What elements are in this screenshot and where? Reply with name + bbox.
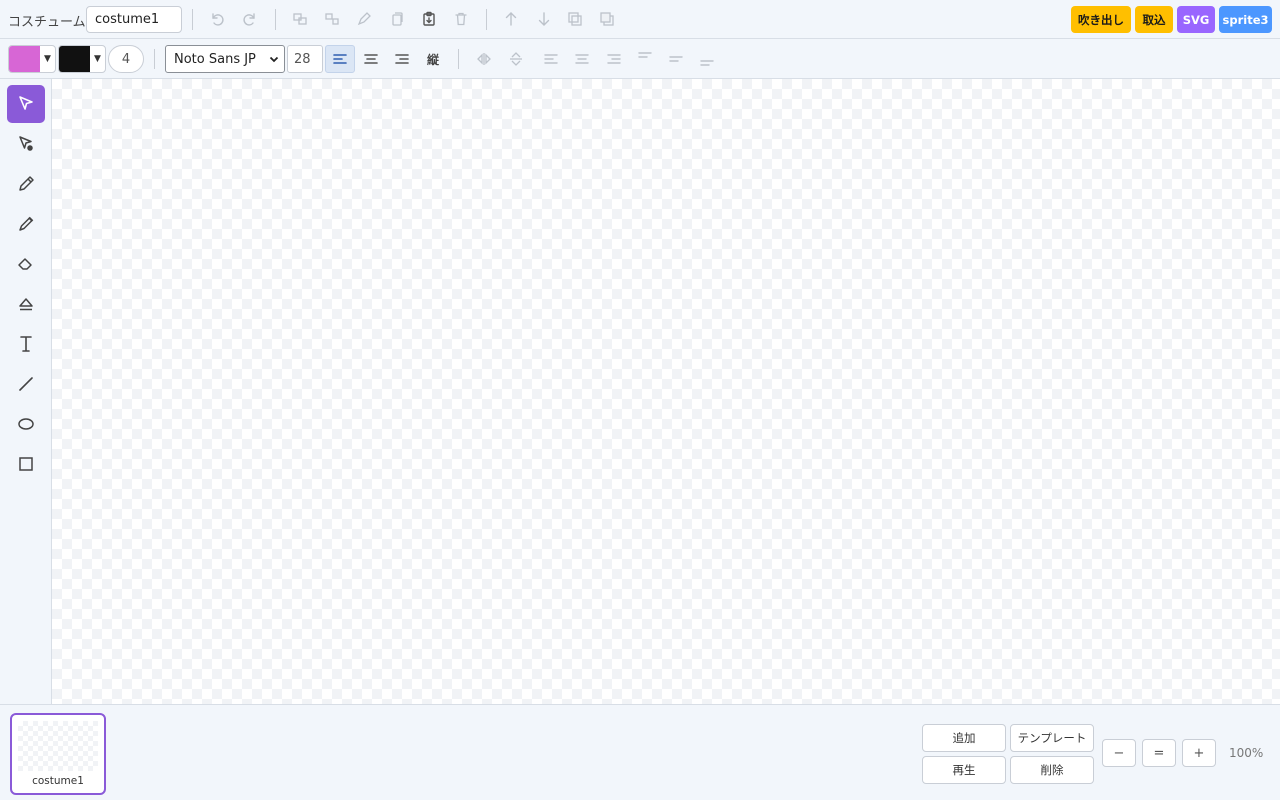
flip-vertical-button[interactable] — [501, 45, 531, 73]
brush-icon — [19, 216, 34, 231]
text-tool[interactable] — [7, 325, 45, 363]
zoom-reset-button[interactable]: = — [1142, 739, 1176, 767]
chevron-down-icon — [269, 46, 279, 72]
align-items-top-icon — [638, 52, 652, 58]
property-bar: ▼ ▼ 4 Noto Sans JP 縦 — [0, 39, 1280, 79]
brush-tool[interactable] — [7, 205, 45, 243]
redo-icon[interactable] — [239, 8, 261, 30]
caret-down-icon: ▼ — [94, 54, 101, 64]
send-to-back-icon[interactable] — [596, 8, 618, 30]
font-family-value: Noto Sans JP — [174, 51, 256, 67]
vertical-text-button[interactable]: 縦 — [418, 45, 448, 73]
zoom-out-button[interactable]: − — [1102, 739, 1136, 767]
flip-horizontal-button[interactable] — [469, 45, 499, 73]
group-icon[interactable] — [289, 8, 311, 30]
eraser-icon — [18, 258, 32, 270]
align-items-middle-button[interactable] — [661, 45, 691, 73]
text-align-right-button[interactable] — [387, 45, 417, 73]
align-items-center-button[interactable] — [567, 45, 597, 73]
pencil-tool[interactable] — [7, 165, 45, 203]
reshape-icon[interactable] — [353, 8, 375, 30]
fill-tool[interactable] — [7, 285, 45, 323]
pencil-icon — [19, 176, 34, 191]
play-button[interactable]: 再生 — [922, 756, 1006, 784]
add-costume-button[interactable]: 追加 — [922, 724, 1006, 752]
ellipse-tool[interactable] — [7, 405, 45, 443]
align-items-right-icon — [607, 54, 621, 64]
align-right-icon — [395, 54, 409, 64]
align-center-icon — [364, 54, 378, 64]
flip-horizontal-icon — [477, 53, 491, 65]
zoom-in-button[interactable]: + — [1182, 739, 1216, 767]
align-items-bottom-icon — [700, 60, 714, 66]
caret-down-icon: ▼ — [44, 54, 51, 64]
divider — [458, 49, 459, 69]
align-items-left-icon — [544, 54, 558, 64]
divider — [154, 49, 155, 69]
fill-color-swatch — [9, 46, 40, 72]
reshape-tool[interactable] — [7, 125, 45, 163]
speech-bubble-button[interactable]: 吹き出し — [1071, 6, 1131, 33]
select-tool[interactable] — [7, 85, 45, 123]
ungroup-icon[interactable] — [321, 8, 343, 30]
reshape-tool-icon — [19, 136, 33, 151]
divider — [486, 9, 487, 30]
tool-palette — [0, 79, 52, 704]
delete-costume-button[interactable]: 削除 — [1010, 756, 1094, 784]
divider — [192, 9, 193, 30]
stroke-color-swatch — [59, 46, 90, 72]
top-bar: コスチューム 吹き出し 取込 SVG sprite3 — [0, 0, 1280, 39]
fill-color-picker[interactable]: ▼ — [8, 45, 56, 73]
import-button[interactable]: 取込 — [1135, 6, 1173, 33]
stroke-width-input[interactable]: 4 — [108, 45, 144, 73]
eraser-tool[interactable] — [7, 245, 45, 283]
text-align-left-button[interactable] — [325, 45, 355, 73]
send-backward-icon[interactable] — [533, 8, 555, 30]
delete-icon[interactable] — [450, 8, 472, 30]
text-align-center-button[interactable] — [356, 45, 386, 73]
align-items-left-button[interactable] — [536, 45, 566, 73]
font-family-select[interactable]: Noto Sans JP — [165, 45, 285, 73]
align-items-right-button[interactable] — [599, 45, 629, 73]
rectangle-icon — [19, 457, 33, 471]
bring-forward-icon[interactable] — [500, 8, 522, 30]
align-items-bottom-button[interactable] — [692, 45, 722, 73]
costume-label: コスチューム — [8, 15, 86, 30]
zoom-level: 100% — [1229, 746, 1264, 760]
costume-preview — [18, 721, 98, 771]
line-icon — [19, 377, 33, 391]
rectangle-tool[interactable] — [7, 445, 45, 483]
export-svg-button[interactable]: SVG — [1177, 6, 1215, 33]
costume-thumbnail[interactable]: costume1 — [10, 713, 106, 795]
export-sprite3-button[interactable]: sprite3 — [1219, 6, 1272, 33]
template-button[interactable]: テンプレート — [1010, 724, 1094, 752]
align-items-top-button[interactable] — [630, 45, 660, 73]
line-tool[interactable] — [7, 365, 45, 403]
vertical-text-label: 縦 — [426, 52, 439, 67]
text-icon — [20, 336, 32, 352]
stroke-color-picker[interactable]: ▼ — [58, 45, 106, 73]
costume-bar: costume1 追加 テンプレート 再生 削除 − = + 100% — [0, 704, 1280, 800]
align-items-middle-icon — [669, 56, 683, 62]
divider — [275, 9, 276, 30]
drawing-canvas[interactable] — [52, 79, 1280, 704]
costume-name-input[interactable] — [86, 6, 182, 33]
fill-icon — [19, 298, 33, 311]
undo-icon[interactable] — [206, 8, 228, 30]
ellipse-icon — [18, 418, 34, 430]
costume-thumbnail-label: costume1 — [32, 775, 84, 787]
flip-vertical-icon — [510, 52, 522, 66]
align-left-icon — [333, 54, 347, 64]
select-icon — [19, 96, 33, 110]
paste-icon[interactable] — [418, 8, 440, 30]
bring-to-front-icon[interactable] — [564, 8, 586, 30]
copy-icon[interactable] — [386, 8, 408, 30]
align-items-center-icon — [575, 54, 589, 64]
font-size-input[interactable] — [287, 45, 323, 73]
